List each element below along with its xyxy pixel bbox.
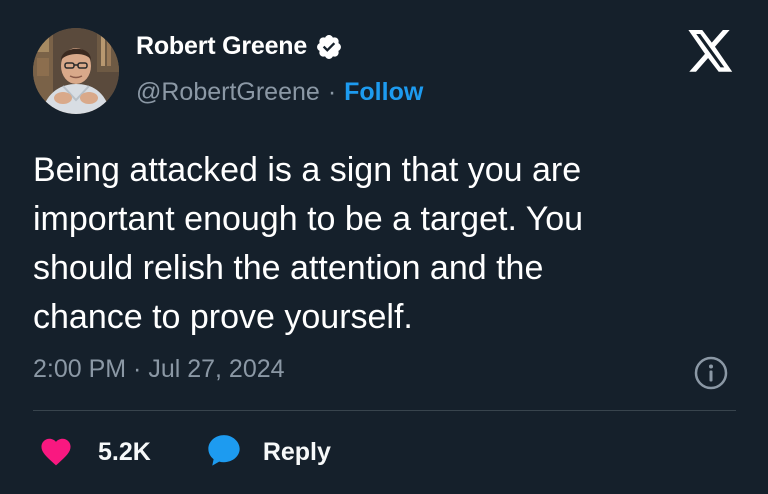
- portrait-avatar-image: [33, 28, 119, 114]
- author-name-row: Robert Greene: [136, 32, 343, 61]
- action-bar: 5.2K Reply: [38, 432, 331, 473]
- x-logo-icon[interactable]: [688, 30, 734, 72]
- like-count: 5.2K: [98, 438, 151, 466]
- divider: [33, 410, 736, 411]
- like-button[interactable]: 5.2K: [38, 434, 151, 471]
- tweet-text: Being attacked is a sign that you are im…: [33, 151, 584, 336]
- avatar[interactable]: [33, 28, 119, 114]
- reply-button[interactable]: Reply: [205, 432, 331, 473]
- tweet-card: Robert Greene @RobertGreene · Follow Bei…: [0, 0, 768, 494]
- author-handle[interactable]: @RobertGreene: [136, 78, 320, 107]
- heart-icon: [38, 434, 74, 471]
- speech-bubble-icon: [205, 432, 243, 473]
- author-handle-row: @RobertGreene · Follow: [136, 78, 423, 107]
- verified-badge-icon: [315, 33, 343, 61]
- reply-label: Reply: [262, 438, 331, 466]
- separator-dot: ·: [327, 78, 337, 106]
- follow-button[interactable]: Follow: [344, 78, 423, 107]
- tweet-timestamp[interactable]: 2:00 PM · Jul 27, 2024: [33, 355, 285, 384]
- info-icon[interactable]: [693, 355, 729, 391]
- author-display-name[interactable]: Robert Greene: [136, 32, 307, 61]
